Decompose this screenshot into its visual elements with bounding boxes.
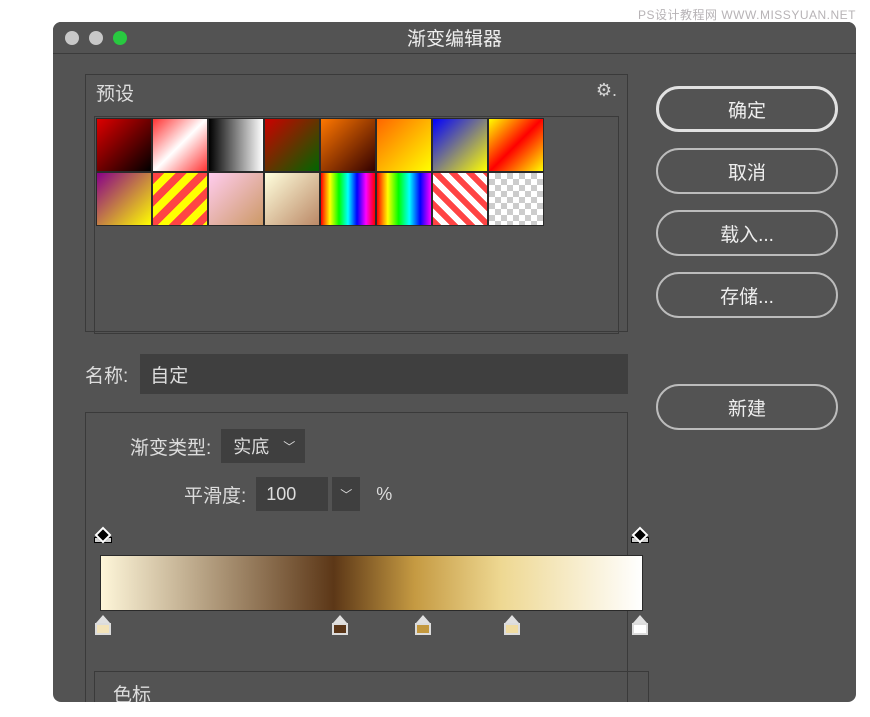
color-stop[interactable] — [416, 615, 430, 629]
cancel-button[interactable]: 取消 — [656, 148, 838, 194]
smoothness-input[interactable] — [256, 477, 328, 511]
name-label: 名称: — [85, 361, 128, 388]
gradient-editor-area — [94, 529, 649, 659]
opacity-stop[interactable] — [96, 529, 110, 543]
ok-button[interactable]: 确定 — [656, 86, 838, 132]
window-title: 渐变编辑器 — [53, 24, 856, 51]
preset-swatch[interactable] — [96, 172, 152, 226]
color-stop[interactable] — [96, 615, 110, 629]
preset-swatch[interactable] — [376, 118, 432, 172]
preset-swatch[interactable] — [264, 172, 320, 226]
gradient-type-value: 实底 — [233, 433, 269, 459]
preset-swatch[interactable] — [432, 118, 488, 172]
name-input[interactable] — [140, 354, 628, 394]
preset-swatch[interactable] — [208, 172, 264, 226]
color-stop[interactable] — [505, 615, 519, 629]
gradient-type-label: 渐变类型: — [130, 433, 211, 460]
save-button[interactable]: 存储... — [656, 272, 838, 318]
titlebar: 渐变编辑器 — [53, 22, 856, 54]
gradient-type-select[interactable]: 实底 ﹀ — [221, 429, 305, 463]
color-stop[interactable] — [633, 615, 647, 629]
presets-grid — [94, 116, 619, 334]
preset-swatch[interactable] — [320, 118, 376, 172]
stops-label: 色标 — [113, 685, 151, 702]
smoothness-stepper[interactable]: ﹀ — [332, 477, 360, 511]
gear-icon[interactable]: ⚙. — [596, 80, 617, 101]
gradient-bar[interactable] — [100, 555, 643, 611]
smoothness-unit: % — [376, 484, 392, 505]
load-button[interactable]: 载入... — [656, 210, 838, 256]
preset-swatch[interactable] — [488, 172, 544, 226]
preset-swatch[interactable] — [208, 118, 264, 172]
gradient-editor-window: 渐变编辑器 预设 ⚙. — [53, 22, 856, 702]
preset-swatch[interactable] — [488, 118, 544, 172]
chevron-down-icon: ﹀ — [283, 438, 295, 455]
preset-swatch[interactable] — [152, 118, 208, 172]
gradient-settings-panel: 渐变类型: 实底 ﹀ 平滑度: ﹀ % — [85, 412, 628, 702]
color-stop[interactable] — [333, 615, 347, 629]
preset-swatch[interactable] — [376, 172, 432, 226]
preset-swatch[interactable] — [152, 172, 208, 226]
chevron-down-icon: ﹀ — [340, 486, 352, 503]
stops-panel: 色标 — [94, 671, 649, 702]
smoothness-label: 平滑度: — [184, 481, 246, 508]
preset-swatch[interactable] — [320, 172, 376, 226]
preset-swatch[interactable] — [432, 172, 488, 226]
presets-panel: 预设 ⚙. — [85, 74, 628, 332]
preset-swatch[interactable] — [96, 118, 152, 172]
opacity-stop[interactable] — [633, 529, 647, 543]
presets-label: 预设 — [96, 79, 134, 106]
watermark-text: PS设计教程网 WWW.MISSYUAN.NET — [638, 6, 856, 23]
preset-swatch[interactable] — [264, 118, 320, 172]
new-button[interactable]: 新建 — [656, 384, 838, 430]
